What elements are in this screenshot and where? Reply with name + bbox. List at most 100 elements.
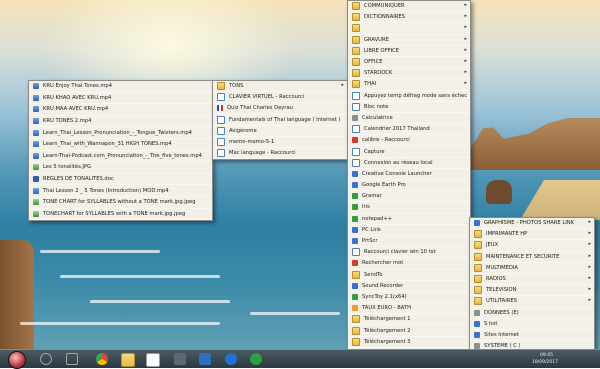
file-menu-item[interactable]: TONECHART for SYLLABLES with a TONE mark…: [29, 209, 212, 221]
menu-item-label: KRU MAA AVEC KRU.mp4: [43, 106, 109, 113]
app-icon[interactable]: [174, 353, 186, 365]
launcher-menu-item[interactable]: PC Link: [348, 225, 470, 236]
submenu-item[interactable]: Avigérome: [213, 126, 347, 137]
submenu-item[interactable]: Mac language - Raccourci: [213, 148, 347, 160]
folder-icon: [352, 69, 360, 78]
launcher-menu-item[interactable]: Calculatrice: [348, 113, 470, 125]
chrome-icon[interactable]: [96, 353, 108, 365]
submenu-item[interactable]: Quiz Thai Charles Deyrau: [213, 103, 347, 115]
edge-icon[interactable]: [225, 353, 237, 365]
launcher-menu-item[interactable]: Téléchargement 2: [348, 325, 470, 337]
folder-icon: [352, 2, 360, 11]
folder-icon: [474, 252, 482, 261]
green-icon: [352, 193, 358, 200]
menu-item-label: TONECHART for SYLLABLES with a TONE mark…: [43, 210, 186, 217]
file-menu-item[interactable]: REGLES DE TONALITES.doc: [29, 174, 212, 186]
store-icon[interactable]: [146, 353, 160, 367]
launcher-menu-item[interactable]: DONNEES (E): [470, 308, 594, 319]
launcher-menu-item[interactable]: JEUX ▸: [470, 240, 594, 252]
rock-stack: [486, 180, 512, 204]
launcher-menu-item[interactable]: STARDOCK ▸: [348, 68, 470, 80]
file-menu-item[interactable]: Les 5 tonalités.JPG: [29, 162, 212, 174]
launcher-menu-item[interactable]: GRAVURE ▸: [348, 35, 470, 46]
file-menu-item[interactable]: Learn_Thai_Lesson_Pronunciation_-_Tongue…: [29, 127, 212, 139]
launcher-menu-item[interactable]: Iris: [348, 202, 470, 214]
launcher-menu-item[interactable]: GRAPHISME - PHOTOS SHARE LINK ▸: [470, 218, 594, 230]
launcher-menu-item[interactable]: Bloc note: [348, 102, 470, 113]
launcher-menu-item[interactable]: Calendrier 2017 Thailand: [348, 124, 470, 136]
menu-item-label: Fundamentals of Thai language ( Internet…: [229, 116, 341, 123]
clock-date[interactable]: 18/09/2017: [532, 360, 558, 365]
launcher-menu-item[interactable]: OFFICE ▸: [348, 57, 470, 69]
chevron-right-icon: ▸: [588, 241, 591, 248]
launcher-menu-item[interactable]: TELEVISION ▸: [470, 285, 594, 297]
menu-item-label: Téléchargement 3: [364, 338, 411, 345]
launcher-menu-item[interactable]: Capture: [348, 146, 470, 158]
search-icon[interactable]: [40, 353, 52, 365]
launcher-menu-item[interactable]: Rechercher mot: [348, 258, 470, 270]
blue-icon: [352, 182, 358, 189]
launcher-menu-item[interactable]: Téléchargement 3: [348, 337, 470, 348]
launcher-menu-item[interactable]: SendTo: [348, 270, 470, 281]
menu-item-label: TELEVISION: [486, 287, 517, 294]
launcher-menu-item[interactable]: THAI ▸: [348, 79, 470, 91]
launcher-menu-item[interactable]: MULTIMEDIA ▸: [470, 263, 594, 274]
menu-item-label: Téléchargement 1: [364, 316, 411, 323]
video-icon: [33, 141, 39, 148]
launcher-menu-item[interactable]: Gramar: [348, 191, 470, 203]
file-menu-item[interactable]: Learn_Thai_with_Wannapon_31 HIGH TONES.m…: [29, 139, 212, 151]
menu-item-label: Creative Console Launcher: [362, 170, 432, 177]
file-menu-item[interactable]: TONE CHART for SYLLABLES without a TONE …: [29, 197, 212, 209]
submenu-item[interactable]: TONS ▸: [213, 81, 347, 93]
launcher-menu-item[interactable]: COMMUNIQUER ▸: [348, 1, 470, 13]
menu-item-label: Appuyez temp défrag mode sans échec: [364, 92, 468, 99]
launcher-menu-item[interactable]: PrtScr: [348, 236, 470, 248]
launcher-menu-item[interactable]: Connexion au réseau local: [348, 158, 470, 169]
menu-item-label: MULTIMEDIA: [486, 264, 518, 271]
launcher-menu-item[interactable]: calibre - Raccourci: [348, 135, 470, 147]
launcher-menu-item[interactable]: TAUX EURO - BATH: [348, 303, 470, 315]
green-icon: [352, 293, 358, 300]
menu-item-label: IMPRIMANTE HP: [486, 231, 528, 238]
blue-icon: [474, 220, 480, 227]
launcher-menu-item[interactable]: Sites Internet: [470, 330, 594, 342]
launcher-menu-item[interactable]: UTILITAIRES ▸: [470, 296, 594, 308]
task-view-icon[interactable]: [66, 353, 78, 365]
file-icon: [352, 125, 360, 134]
utorrent-icon[interactable]: [250, 353, 262, 365]
submenu-item[interactable]: memo-memo-5-1: [213, 137, 347, 149]
file-explorer-icon[interactable]: [121, 353, 135, 367]
launcher-menu-item[interactable]: SyncToy 2.1(x64): [348, 292, 470, 304]
launcher-menu-item[interactable]: Raccourci clavier win 10 txt: [348, 247, 470, 259]
launcher-menu-item[interactable]: Téléchargement 1: [348, 314, 470, 326]
launcher-menu-item[interactable]: DICTIONNAIRES ▸: [348, 12, 470, 24]
clock-time[interactable]: 09:45: [540, 353, 553, 358]
file-menu-item[interactable]: Thai Lesson 2 _ 5 Tones (Introduction) M…: [29, 185, 212, 197]
launcher-menu-item[interactable]: LIBRE OFFICE ▸: [348, 46, 470, 57]
launcher-menu-item[interactable]: notepad++: [348, 214, 470, 225]
launcher-menu-item[interactable]: Google Earth Pro: [348, 180, 470, 192]
launcher-menu-item[interactable]: ▸: [348, 23, 470, 35]
file-menu-item[interactable]: KRU MAA AVEC KRU.mp4: [29, 104, 212, 116]
monitor-icon[interactable]: [199, 353, 211, 365]
file-menu-item[interactable]: KRU TONES 2.mp4: [29, 116, 212, 128]
launcher-menu-item[interactable]: MAINTENANCE ET SECURITE ▸: [470, 252, 594, 263]
launcher-menu-item[interactable]: IMPRIMANTE HP ▸: [470, 229, 594, 241]
submenu-item[interactable]: CLAVIER VIRTUEL - Raccourci: [213, 92, 347, 104]
launcher-menu-item[interactable]: Sound Recorder: [348, 281, 470, 292]
file-icon: [217, 93, 225, 102]
launcher-menu-item[interactable]: RADIOS ▸: [470, 274, 594, 286]
menu-item-label: Sites Internet: [484, 331, 519, 338]
submenu-item[interactable]: Fundamentals of Thai language ( Internet…: [213, 115, 347, 126]
menu-item-label: DICTIONNAIRES: [364, 14, 405, 21]
file-menu-item[interactable]: Learn-Thai-Podcast.com_Pronunciation_-_T…: [29, 151, 212, 163]
beach: [520, 180, 600, 220]
file-menu-item[interactable]: KRU KHAO AVEC KRU.mp4: [29, 93, 212, 105]
launcher-menu-item[interactable]: Creative Console Launcher: [348, 169, 470, 180]
file-icon: [352, 158, 360, 167]
chevron-right-icon: ▸: [464, 69, 467, 76]
file-menu-item[interactable]: KRU Enjoy Thai Tones.mp4: [29, 81, 212, 93]
launcher-menu-item[interactable]: Appuyez temp défrag mode sans échec: [348, 91, 470, 102]
start-button[interactable]: [8, 351, 26, 369]
launcher-menu-item[interactable]: S hot: [470, 319, 594, 330]
